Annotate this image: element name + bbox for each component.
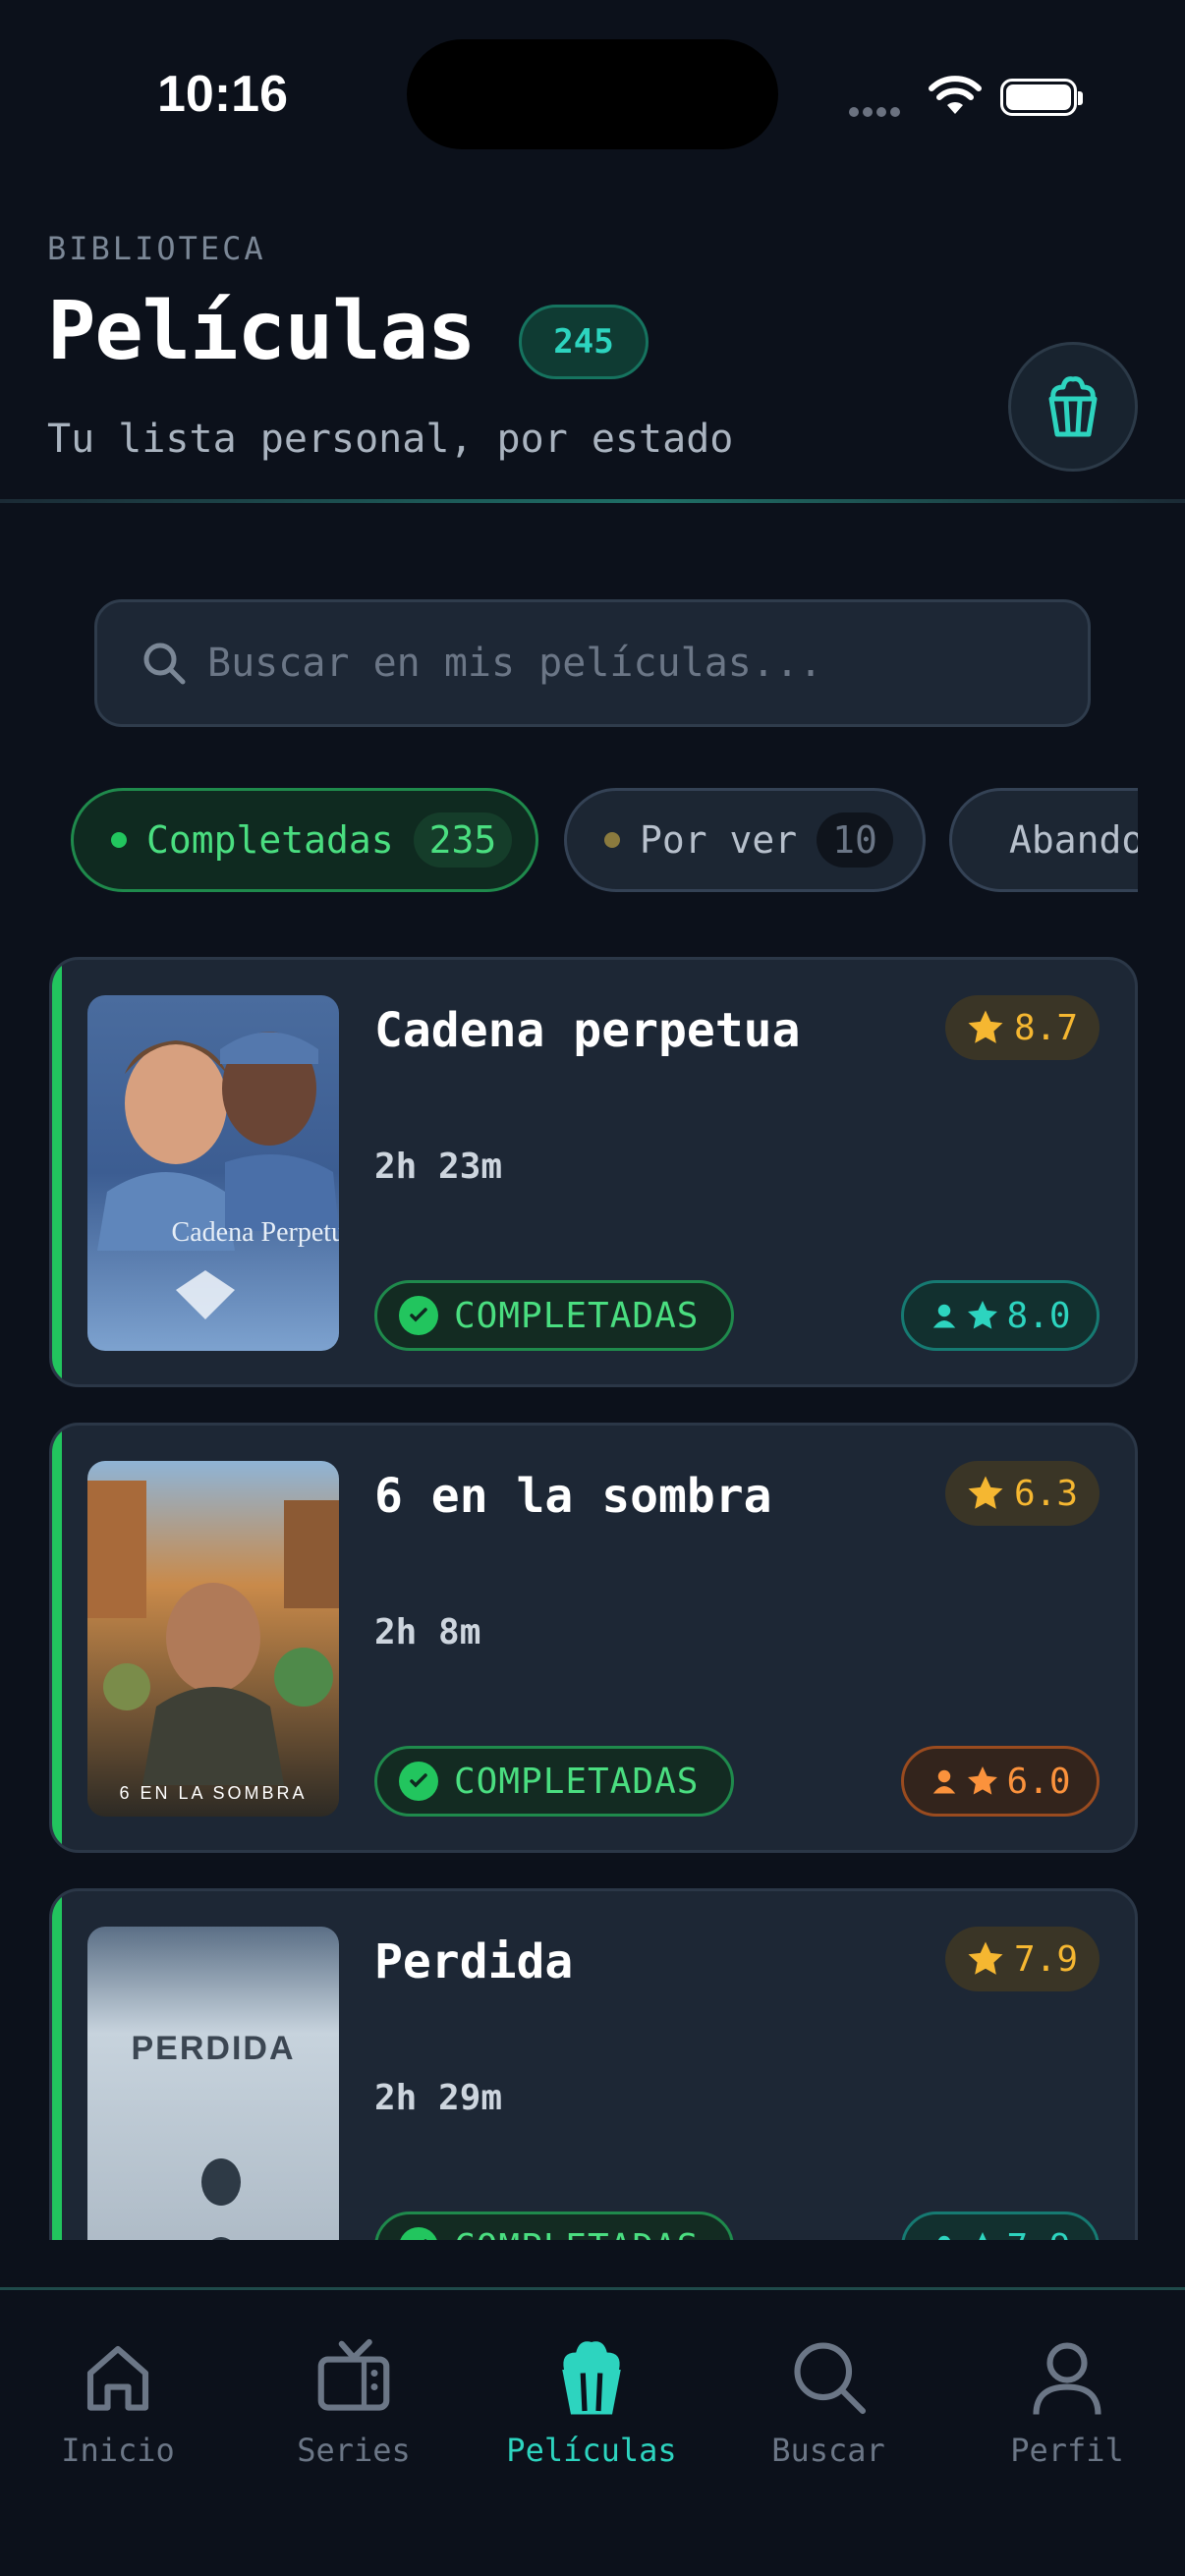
poster-title-text: 6 EN LA SOMBRA bbox=[119, 1783, 307, 1803]
user-rating[interactable]: 7.9 bbox=[901, 2212, 1100, 2240]
tmdb-rating: 8.7 bbox=[944, 995, 1100, 1060]
bottom-tab-bar: Inicio Series Películas Buscar Perfil bbox=[0, 2287, 1185, 2576]
status-accent-bar bbox=[52, 1891, 62, 2240]
filter-chip-to-watch[interactable]: Por ver 10 bbox=[564, 788, 926, 892]
search-input[interactable] bbox=[207, 641, 1052, 686]
movie-card[interactable]: Cadena Perpetua Cadena perpetua 8.7 2h 2… bbox=[49, 957, 1138, 1387]
status-time: 10:16 bbox=[157, 66, 288, 123]
search-icon bbox=[143, 643, 186, 685]
check-icon bbox=[399, 1296, 438, 1335]
dynamic-island bbox=[407, 39, 778, 149]
star-icon bbox=[968, 1010, 1003, 1043]
tab-series[interactable]: Series bbox=[236, 2335, 472, 2483]
star-icon bbox=[968, 1941, 1003, 1975]
filter-chip-completed[interactable]: Completadas 235 bbox=[71, 788, 538, 892]
status-label: COMPLETADAS bbox=[454, 1295, 700, 1336]
tmdb-rating: 7.9 bbox=[944, 1927, 1100, 1991]
wifi-icon bbox=[929, 76, 982, 114]
poster-title-text: PERDIDA bbox=[131, 2030, 295, 2067]
status-pill[interactable]: COMPLETADAS bbox=[374, 1280, 734, 1351]
tab-inicio[interactable]: Inicio bbox=[0, 2335, 236, 2483]
movie-title: Perdida bbox=[374, 1934, 574, 1989]
status-label: COMPLETADAS bbox=[454, 2227, 699, 2241]
movie-card[interactable]: 6 EN LA SOMBRA 6 en la sombra 6.3 2h 8m … bbox=[49, 1423, 1138, 1853]
tab-label: Inicio bbox=[61, 2432, 175, 2469]
user-rating[interactable]: 8.0 bbox=[901, 1280, 1100, 1351]
star-icon bbox=[968, 1476, 1003, 1509]
chip-label: Completadas bbox=[146, 818, 394, 862]
popcorn-icon bbox=[1048, 376, 1098, 437]
user-icon bbox=[933, 1769, 956, 1794]
home-icon bbox=[86, 2345, 149, 2411]
movie-title: Cadena perpetua bbox=[374, 1003, 801, 1058]
search-icon bbox=[794, 2342, 867, 2415]
user-rating-value: 7.9 bbox=[1006, 2227, 1070, 2241]
status-pill[interactable]: COMPLETADAS bbox=[374, 2212, 734, 2240]
chip-label: Por ver bbox=[640, 818, 798, 862]
movie-duration: 2h 8m bbox=[374, 1612, 481, 1652]
search-bar[interactable] bbox=[94, 599, 1091, 727]
filter-chip-abandoned[interactable]: Abandonadas bbox=[949, 788, 1138, 892]
page-title: Películas bbox=[47, 285, 476, 378]
user-icon bbox=[938, 2235, 951, 2240]
tv-icon bbox=[317, 2338, 390, 2411]
rating-value: 8.7 bbox=[1013, 1007, 1078, 1048]
popcorn-icon bbox=[562, 2341, 621, 2415]
user-rating[interactable]: 6.0 bbox=[901, 1746, 1100, 1817]
chip-label: Abandonadas bbox=[1009, 818, 1138, 862]
popcorn-button[interactable] bbox=[1008, 342, 1138, 472]
movie-poster: Cadena Perpetua bbox=[87, 995, 339, 1351]
status-filter-chips: Completadas 235 Por ver 10 Abandonadas bbox=[71, 786, 1138, 894]
star-icon bbox=[979, 2232, 988, 2240]
status-dot bbox=[111, 832, 127, 848]
poster-title-text: Cadena Perpetua bbox=[172, 1217, 339, 1248]
movie-title: 6 en la sombra bbox=[374, 1469, 772, 1524]
user-rating-value: 8.0 bbox=[1006, 1295, 1071, 1336]
status-label: COMPLETADAS bbox=[454, 1761, 700, 1802]
header-divider bbox=[0, 499, 1185, 503]
user-icon bbox=[1033, 2342, 1101, 2415]
status-accent-bar bbox=[52, 1426, 62, 1850]
movie-duration: 2h 29m bbox=[374, 2078, 503, 2118]
movie-card[interactable]: PERDIDA Perdida 7.9 2h 29m COMPLETADAS 7… bbox=[49, 1888, 1138, 2240]
tab-label: Series bbox=[297, 2432, 411, 2469]
user-icon bbox=[933, 1304, 956, 1328]
rating-value: 6.3 bbox=[1013, 1473, 1078, 1514]
tab-label: Películas bbox=[506, 2432, 677, 2469]
tab-buscar[interactable]: Buscar bbox=[710, 2335, 946, 2483]
rating-value: 7.9 bbox=[1013, 1938, 1078, 1980]
chip-count: 235 bbox=[413, 812, 513, 868]
movie-duration: 2h 23m bbox=[374, 1147, 503, 1187]
section-eyebrow: BIBLIOTECA bbox=[47, 230, 266, 267]
total-count-badge: 245 bbox=[519, 305, 649, 379]
status-dot bbox=[604, 832, 620, 848]
page-subtitle: Tu lista personal, por estado bbox=[47, 417, 734, 462]
battery-icon bbox=[1000, 79, 1083, 116]
check-icon bbox=[399, 1762, 438, 1801]
tab-perfil[interactable]: Perfil bbox=[949, 2335, 1185, 2483]
status-pill[interactable]: COMPLETADAS bbox=[374, 1746, 734, 1817]
tab-label: Buscar bbox=[771, 2432, 885, 2469]
movie-list: Cadena Perpetua Cadena perpetua 8.7 2h 2… bbox=[49, 957, 1138, 2240]
star-icon bbox=[968, 1301, 998, 1329]
tmdb-rating: 6.3 bbox=[944, 1461, 1100, 1526]
tab-label: Perfil bbox=[1010, 2432, 1124, 2469]
status-bar: 10:16 bbox=[0, 0, 1185, 196]
user-rating-value: 6.0 bbox=[1006, 1761, 1071, 1802]
tab-peliculas[interactable]: Películas bbox=[474, 2335, 709, 2483]
chip-count: 10 bbox=[817, 812, 893, 868]
status-accent-bar bbox=[52, 960, 62, 1384]
movie-poster: 6 EN LA SOMBRA bbox=[87, 1461, 339, 1817]
movie-poster: PERDIDA bbox=[87, 1927, 339, 2240]
cellular-signal-icon bbox=[849, 102, 904, 121]
check-icon bbox=[399, 2227, 438, 2240]
star-icon bbox=[968, 1766, 998, 1795]
